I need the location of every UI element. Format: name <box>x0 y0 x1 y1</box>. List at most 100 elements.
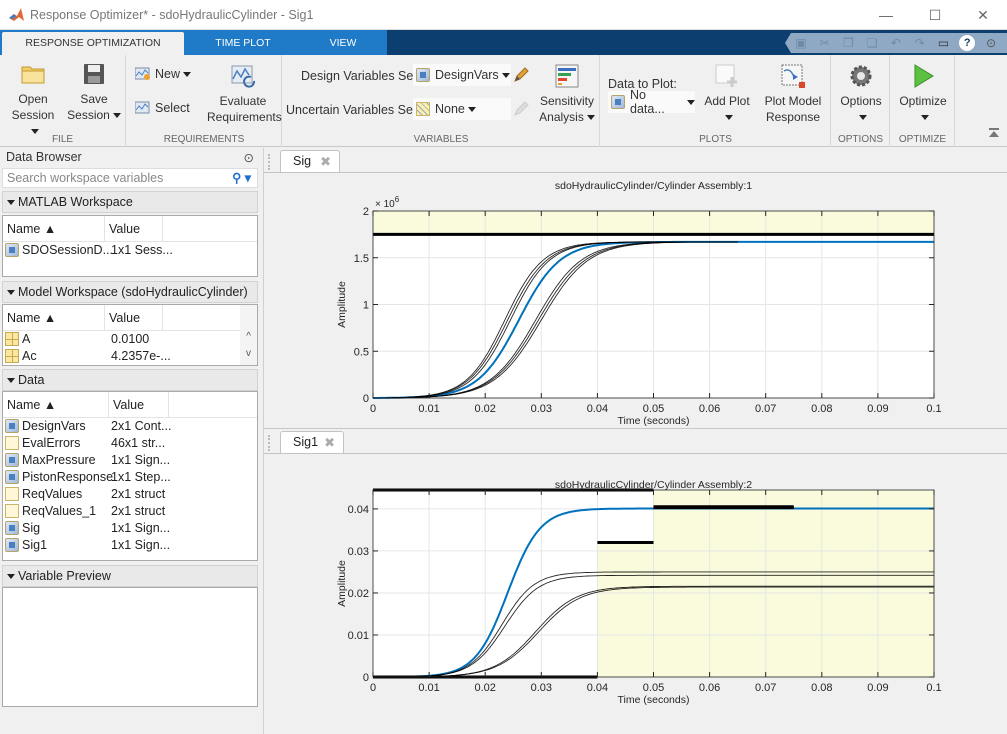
design-vars-icon <box>416 68 430 82</box>
panel-menu-icon[interactable]: ⊙ <box>244 150 254 165</box>
plot-model-response-icon <box>781 64 805 88</box>
options-icon[interactable]: ⊙ <box>983 36 999 50</box>
x-tick-label: 0.08 <box>811 682 832 694</box>
new-requirement-button[interactable]: New <box>135 67 192 81</box>
requirements-section: New Select Evaluate Requirements REQUIRE… <box>127 55 282 147</box>
x-tick-label: 0 <box>370 682 376 694</box>
optimize-button[interactable]: Optimize <box>893 63 953 125</box>
scroll-down-icon[interactable]: v <box>246 348 251 359</box>
table-row[interactable]: MaxPressure 1x1 Sign... <box>3 452 257 469</box>
tab-sig[interactable]: Sig ✖ <box>280 150 340 172</box>
paste-icon[interactable]: ❏ <box>864 36 880 50</box>
data-header[interactable]: Data <box>2 369 258 391</box>
variable-preview-header[interactable]: Variable Preview <box>2 565 258 587</box>
copy-icon[interactable]: ❐ <box>840 36 856 50</box>
scroll-up-icon[interactable]: ^ <box>246 331 251 342</box>
object-icon <box>5 419 19 433</box>
close-button[interactable]: ✕ <box>960 0 1006 30</box>
search-icon[interactable]: ⚲ ▾ <box>232 169 251 187</box>
table-row[interactable]: Ac 4.2357e-... v <box>3 348 257 365</box>
ribbon-tab-bar: RESPONSE OPTIMIZATION TIME PLOT VIEW ▣ ✂… <box>0 30 1007 55</box>
x-tick-label: 0.1 <box>926 682 941 694</box>
open-session-button[interactable]: Open Session <box>8 61 58 139</box>
table-row[interactable]: PistonResponse 1x1 Step... <box>3 469 257 486</box>
x-tick-label: 0.03 <box>531 403 552 415</box>
close-tab-icon[interactable]: ✖ <box>320 151 331 172</box>
column-header-value[interactable]: Value <box>105 305 163 331</box>
data-icon <box>611 95 625 109</box>
cut-icon[interactable]: ✂ <box>817 36 833 50</box>
undo-icon[interactable]: ↶ <box>888 36 904 50</box>
drag-grip[interactable] <box>268 154 270 170</box>
column-header-name[interactable]: Name ▲ <box>3 216 105 242</box>
chart-cylinder-assembly-1[interactable]: 0 0.01 0.02 0.03 0.04 0.05 0.06 0.07 0.08 0.09 0.1… <box>264 173 1007 433</box>
variables-section: Design Variables Set: DesignVars Uncerta… <box>283 55 600 147</box>
redo-icon[interactable]: ↷ <box>912 36 928 50</box>
tab-response-optimization[interactable]: RESPONSE OPTIMIZATION <box>2 32 184 55</box>
maximize-button[interactable]: ☐ <box>912 0 958 30</box>
chevron-down-icon <box>586 115 595 121</box>
section-label-requirements: REQUIREMENTS <box>163 134 245 145</box>
plot-model-response-button[interactable]: Plot Model Response <box>759 63 827 125</box>
matlab-logo-icon <box>9 7 24 21</box>
minimize-button[interactable]: — <box>863 0 909 30</box>
table-row[interactable]: EvalErrors 46x1 str... <box>3 435 257 452</box>
collapse-icon <box>7 290 15 296</box>
close-tab-icon[interactable]: ✖ <box>324 432 335 453</box>
plots-section: Data to Plot: No data... Add Plot Plot M… <box>601 55 831 147</box>
optimize-section: Optimize OPTIMIZE <box>891 55 955 147</box>
chevron-down-icon <box>112 113 121 119</box>
ribbon: Open Session Save Session FILE New Selec… <box>0 55 1007 147</box>
sensitivity-analysis-button[interactable]: Sensitivity Analysis <box>537 63 597 125</box>
options-section: Options OPTIONS <box>832 55 890 147</box>
matlab-workspace-header[interactable]: MATLAB Workspace <box>2 191 258 213</box>
table-row[interactable]: ReqValues 2x1 struct <box>3 486 257 503</box>
uncertain-variables-label: Uncertain Variables Set: <box>286 103 420 117</box>
table-row[interactable]: DesignVars 2x1 Cont... <box>3 418 257 435</box>
chevron-down-icon <box>501 72 510 78</box>
window-layout-icon[interactable]: ▭ <box>935 36 951 50</box>
collapse-ribbon-icon[interactable] <box>989 128 999 138</box>
evaluate-requirements-button[interactable]: Evaluate Requirements <box>207 63 282 125</box>
file-section: Open Session Save Session FILE <box>0 55 126 147</box>
uncertain-variables-dropdown[interactable]: None <box>413 98 511 120</box>
variable-preview-area <box>2 587 258 707</box>
x-tick-label: 0.06 <box>699 682 720 694</box>
add-plot-button[interactable]: Add Plot <box>699 63 755 125</box>
table-row[interactable]: SDOSessionD... 1x1 Sess... <box>3 242 257 259</box>
select-requirement-button[interactable]: Select <box>135 101 190 115</box>
table-row[interactable]: Sig 1x1 Sign... <box>3 520 257 537</box>
column-header-name[interactable]: Name ▲ <box>3 392 109 418</box>
column-header-value[interactable]: Value <box>105 216 163 242</box>
x-tick-label: 0.02 <box>474 682 495 694</box>
y-tick-label: 2 <box>363 206 369 218</box>
column-header-name[interactable]: Name ▲ <box>3 305 105 331</box>
help-icon[interactable]: ? <box>959 35 976 51</box>
design-variables-dropdown[interactable]: DesignVars <box>413 64 511 86</box>
column-header-value[interactable]: Value <box>109 392 169 418</box>
table-row[interactable]: A 0.0100 ^ <box>3 331 257 348</box>
save-session-button[interactable]: Save Session <box>66 61 122 123</box>
tab-sig1[interactable]: Sig1 ✖ <box>280 431 344 453</box>
drag-grip[interactable] <box>268 435 270 451</box>
chevron-down-icon <box>858 115 867 121</box>
x-axis-label: Time (seconds) <box>618 694 690 706</box>
data-to-plot-dropdown[interactable]: No data... <box>608 88 695 116</box>
search-input[interactable]: Search workspace variables ⚲ ▾ <box>2 168 258 188</box>
model-workspace-header[interactable]: Model Workspace (sdoHydraulicCylinder) <box>2 281 258 303</box>
select-requirement-icon <box>135 101 150 114</box>
x-tick-label: 0.09 <box>867 682 888 694</box>
table-row[interactable]: ReqValues_1 2x1 struct <box>3 503 257 520</box>
edit-pencil-icon[interactable] <box>513 67 529 83</box>
x-tick-label: 0.02 <box>474 403 495 415</box>
options-button[interactable]: Options <box>834 63 888 125</box>
chart-title: sdoHydraulicCylinder/Cylinder Assembly:1 <box>555 180 752 192</box>
tab-view[interactable]: VIEW <box>300 32 386 55</box>
data-table: Name ▲ Value DesignVars 2x1 Cont... EvalE… <box>2 391 258 561</box>
chart-cylinder-assembly-2[interactable]: 0 0.01 0.02 0.03 0.04 0.05 0.06 0.07 0.08 0.09 0.1… <box>264 454 1007 734</box>
object-icon <box>5 453 19 467</box>
x-tick-label: 0.1 <box>926 403 941 415</box>
table-row[interactable]: Sig1 1x1 Sign... <box>3 537 257 554</box>
save-icon[interactable]: ▣ <box>793 36 809 50</box>
tab-time-plot[interactable]: TIME PLOT <box>186 32 300 55</box>
